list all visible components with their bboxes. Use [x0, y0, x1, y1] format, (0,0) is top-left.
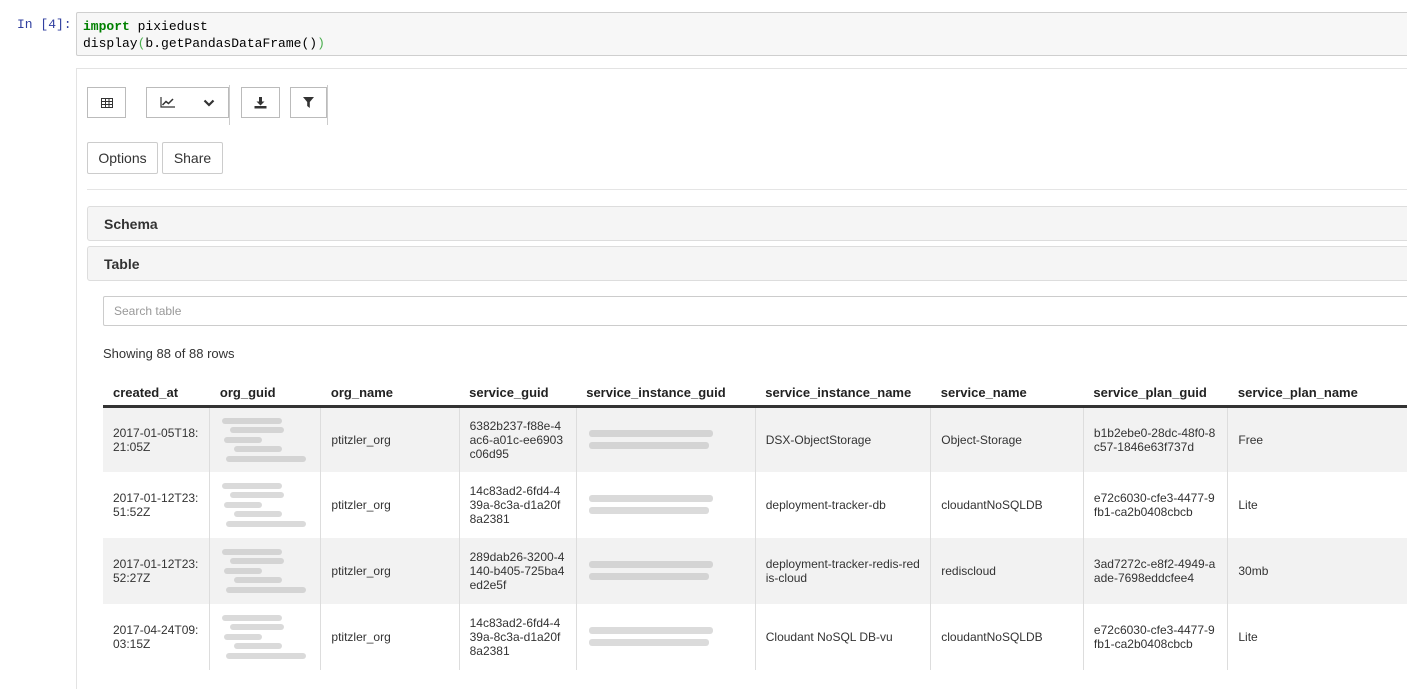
column-header[interactable]: service_plan_name	[1227, 380, 1407, 408]
cell-service-plan-name: Lite	[1227, 604, 1407, 670]
cell-service-instance-name: deployment-tracker-redis-redis-cloud	[754, 538, 931, 604]
column-header[interactable]: service_instance_guid	[576, 380, 756, 408]
cell-service-instance-guid	[575, 406, 756, 472]
redacted-value	[588, 561, 713, 580]
cell-service-guid: 14c83ad2-6fd4-439a-8c3a-d1a20f8a2381	[458, 604, 577, 670]
table-row: 2017-01-12T23:52:27Z ptitzler_org 289dab…	[103, 538, 1407, 604]
share-button[interactable]: Share	[162, 142, 223, 174]
cell-service-plan-guid: 3ad7272c-e8f2-4949-aade-7698eddcfee4	[1082, 538, 1228, 604]
table-header-row: created_at org_guid org_name service_gui…	[103, 380, 1407, 408]
table-row: 2017-01-05T18:21:05Z ptitzler_org 6382b2…	[103, 406, 1407, 472]
code-line-2: display(b.getPandasDataFrame())	[83, 35, 1407, 52]
column-header[interactable]: service_instance_name	[755, 380, 931, 408]
cell-service-name: Object-Storage	[930, 406, 1084, 472]
cell-created-at: 2017-01-12T23:51:52Z	[103, 472, 210, 538]
redacted-value	[588, 429, 713, 449]
table-panel-header[interactable]: Table	[87, 246, 1407, 281]
code-close-paren: )	[317, 36, 325, 51]
cell-service-plan-guid: b1b2ebe0-28dc-48f0-8c57-1846e63f737d	[1082, 406, 1228, 472]
filter-icon	[303, 97, 314, 108]
column-header[interactable]: org_name	[320, 380, 460, 408]
code-module-name: pixiedust	[129, 19, 208, 34]
cell-service-name: cloudantNoSQLDB	[930, 472, 1084, 538]
table-icon	[100, 97, 113, 108]
table-row: 2017-01-12T23:51:52Z ptitzler_org 14c83a…	[103, 472, 1407, 538]
options-button[interactable]: Options	[87, 142, 158, 174]
data-table: created_at org_guid org_name service_gui…	[103, 380, 1407, 670]
cell-service-plan-guid: e72c6030-cfe3-4477-9fb1-ca2b0408cbcb	[1082, 472, 1228, 538]
toolbar-separator-2	[327, 85, 328, 125]
table-view-button[interactable]	[87, 87, 126, 118]
redacted-value	[222, 417, 307, 462]
cell-service-plan-name: Lite	[1227, 472, 1407, 538]
cell-org-guid	[209, 538, 321, 604]
cell-org-guid	[209, 406, 321, 472]
cell-created-at: 2017-01-05T18:21:05Z	[103, 406, 210, 472]
column-header[interactable]: org_guid	[209, 380, 321, 408]
cell-service-instance-guid	[575, 604, 756, 670]
cell-org-name: ptitzler_org	[320, 406, 460, 472]
row-count-text: Showing 88 of 88 rows	[103, 346, 235, 361]
cell-service-guid: 6382b237-f88e-4ac6-a01c-ee6903c06d95	[458, 406, 577, 472]
chevron-down-icon	[203, 99, 215, 107]
cell-org-guid	[209, 472, 321, 538]
column-header[interactable]: service_plan_guid	[1083, 380, 1228, 408]
line-chart-icon	[160, 97, 175, 108]
cell-service-instance-guid	[575, 538, 756, 604]
redacted-value	[222, 615, 307, 659]
redacted-value	[222, 483, 307, 527]
redacted-value	[588, 495, 713, 514]
filter-button[interactable]	[290, 87, 327, 118]
redacted-value	[588, 627, 713, 646]
cell-service-plan-guid: e72c6030-cfe3-4477-9fb1-ca2b0408cbcb	[1082, 604, 1228, 670]
code-cell-editor[interactable]: import pixiedust display(b.getPandasDataF…	[76, 12, 1407, 56]
chart-type-dropdown[interactable]	[146, 87, 229, 118]
input-prompt: In [4]:	[17, 17, 72, 32]
cell-org-guid	[209, 604, 321, 670]
download-icon	[254, 96, 267, 109]
cell-service-guid: 289dab26-3200-4140-b405-725ba4ed2e5f	[458, 538, 577, 604]
cell-service-name: cloudantNoSQLDB	[930, 604, 1084, 670]
cell-service-plan-name: 30mb	[1227, 538, 1407, 604]
download-button[interactable]	[241, 87, 280, 118]
cell-org-name: ptitzler_org	[320, 604, 460, 670]
cell-service-instance-name: Cloudant NoSQL DB-vu	[754, 604, 931, 670]
cell-service-instance-guid	[575, 472, 756, 538]
code-function-call: display	[83, 36, 138, 51]
cell-service-instance-name: deployment-tracker-db	[754, 472, 931, 538]
code-argument: b.getPandasDataFrame()	[145, 36, 318, 51]
redacted-value	[222, 549, 307, 593]
cell-service-name: rediscloud	[930, 538, 1084, 604]
column-header[interactable]: created_at	[103, 380, 210, 408]
toolbar-separator	[229, 85, 230, 125]
table-row: 2017-04-24T09:03:15Z ptitzler_org 14c83a…	[103, 604, 1407, 670]
cell-created-at: 2017-01-12T23:52:27Z	[103, 538, 210, 604]
cell-service-guid: 14c83ad2-6fd4-439a-8c3a-d1a20f8a2381	[458, 472, 577, 538]
code-keyword-import: import	[83, 19, 130, 34]
cell-service-plan-name: Free	[1227, 406, 1407, 472]
cell-org-name: ptitzler_org	[320, 472, 460, 538]
column-header[interactable]: service_name	[930, 380, 1084, 408]
cell-org-name: ptitzler_org	[320, 538, 460, 604]
cell-service-instance-name: DSX-ObjectStorage	[754, 406, 931, 472]
code-line-1: import pixiedust	[83, 18, 1407, 35]
cell-created-at: 2017-04-24T09:03:15Z	[103, 604, 210, 670]
search-table-input[interactable]	[103, 296, 1407, 326]
divider	[87, 189, 1407, 190]
column-header[interactable]: service_guid	[459, 380, 577, 408]
schema-panel-header[interactable]: Schema	[87, 206, 1407, 241]
